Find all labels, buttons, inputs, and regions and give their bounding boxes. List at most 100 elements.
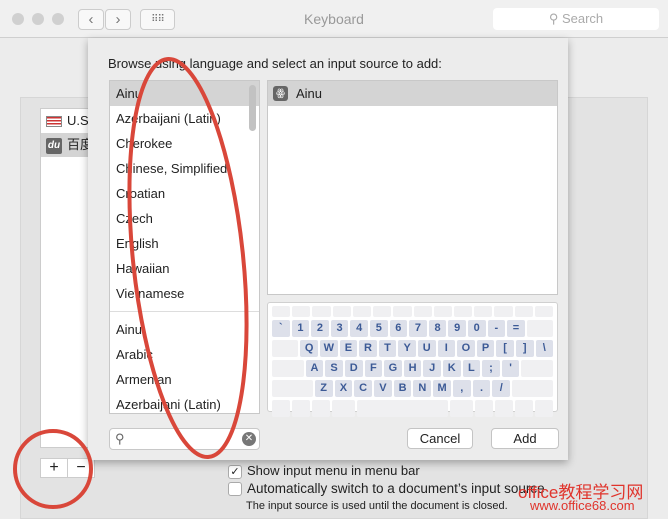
language-item[interactable]: Vietnamese bbox=[110, 281, 259, 306]
key: 2 bbox=[311, 320, 329, 337]
key-blank bbox=[393, 306, 412, 317]
language-item[interactable]: Armenian bbox=[110, 367, 259, 392]
language-item[interactable]: English bbox=[110, 231, 259, 256]
keyboard-row: A S D F G H J K L; ' bbox=[272, 360, 554, 377]
key-blank bbox=[413, 306, 432, 317]
key-blank bbox=[272, 340, 299, 357]
language-list[interactable]: Ainu Azerbaijani (Latin) Cherokee Chines… bbox=[109, 80, 260, 414]
key-blank bbox=[357, 400, 448, 417]
key: = bbox=[507, 320, 525, 337]
key: Y bbox=[398, 340, 416, 357]
auto-switch-option[interactable]: Automatically switch to a document’s inp… bbox=[228, 481, 545, 497]
scrollbar-thumb[interactable] bbox=[249, 85, 256, 131]
language-item[interactable]: Ainu bbox=[110, 81, 259, 106]
key: \ bbox=[535, 340, 554, 357]
search-icon: ⚲ bbox=[548, 11, 562, 26]
add-source-button[interactable]: + bbox=[40, 458, 68, 478]
keyboard-preview: ` 1 2 3 4 5 6 7 8 9 0- = Q W E R T Y U I O P[] \ A S D F G H J K L; ' Z X C… bbox=[267, 302, 558, 417]
key: W bbox=[319, 340, 338, 357]
add-button[interactable]: Add bbox=[491, 428, 559, 449]
watermark-url: www.office68.com bbox=[530, 498, 635, 513]
auto-switch-checkbox[interactable] bbox=[228, 482, 242, 497]
language-item[interactable]: Ainu bbox=[110, 317, 259, 342]
key-blank bbox=[312, 400, 331, 417]
key: F bbox=[364, 360, 383, 377]
key-blank bbox=[453, 306, 473, 317]
key: O bbox=[457, 340, 475, 357]
key-blank bbox=[272, 360, 304, 377]
key: ] bbox=[515, 340, 534, 357]
search-input[interactable]: ⚲ Search bbox=[493, 8, 659, 30]
key: ` bbox=[272, 320, 290, 337]
key: 5 bbox=[369, 320, 388, 337]
input-source-item[interactable]: ꙮ Ainu bbox=[268, 81, 557, 106]
key: 9 bbox=[448, 320, 466, 337]
ainu-script-icon: ꙮ bbox=[273, 86, 288, 101]
toolbar: ‹ › ⠿⠿ Keyboard ⚲ Search bbox=[0, 0, 668, 38]
key: G bbox=[384, 360, 402, 377]
sheet-prompt: Browse using language and select an inpu… bbox=[108, 56, 442, 71]
key: P bbox=[476, 340, 495, 357]
key: M bbox=[433, 380, 451, 397]
show-menu-checkbox[interactable]: ✓ bbox=[228, 464, 242, 479]
key: E bbox=[339, 340, 358, 357]
key-blank bbox=[433, 306, 452, 317]
key-blank bbox=[449, 400, 473, 417]
key: C bbox=[354, 380, 372, 397]
key: 6 bbox=[389, 320, 408, 337]
language-search-field[interactable]: ⚲ ✕ bbox=[109, 428, 260, 450]
key: L bbox=[462, 360, 481, 377]
key: B bbox=[393, 380, 412, 397]
key: A bbox=[305, 360, 324, 377]
key: D bbox=[344, 360, 363, 377]
keyboard-row: Z X C V B N M,. / bbox=[272, 380, 553, 397]
keyboard-row: ` 1 2 3 4 5 6 7 8 9 0- = bbox=[272, 320, 554, 337]
auto-switch-note: The input source is used until the docum… bbox=[246, 500, 508, 512]
key-blank bbox=[352, 306, 372, 317]
key-blank bbox=[373, 306, 392, 317]
input-source-options[interactable]: ꙮ Ainu bbox=[267, 80, 558, 295]
key-blank bbox=[535, 400, 554, 417]
key-blank bbox=[332, 400, 356, 417]
key: 8 bbox=[428, 320, 447, 337]
language-item[interactable]: Azerbaijani (Latin) bbox=[110, 392, 259, 413]
key-blank bbox=[292, 400, 311, 417]
key: 4 bbox=[350, 320, 368, 337]
remove-source-button[interactable]: − bbox=[67, 458, 95, 478]
clear-search-icon[interactable]: ✕ bbox=[242, 432, 256, 446]
key: [ bbox=[496, 340, 514, 357]
key: I bbox=[437, 340, 456, 357]
key: H bbox=[403, 360, 422, 377]
key-blank bbox=[534, 306, 554, 317]
key: - bbox=[487, 320, 506, 337]
key: R bbox=[359, 340, 377, 357]
us-flag-icon bbox=[46, 116, 62, 128]
key-blank bbox=[312, 306, 331, 317]
baidu-du-icon: du bbox=[46, 137, 62, 154]
search-icon: ⚲ bbox=[115, 431, 125, 446]
key: Q bbox=[300, 340, 318, 357]
key: 1 bbox=[291, 320, 310, 337]
language-item[interactable]: Cherokee bbox=[110, 131, 259, 156]
key-blank bbox=[474, 306, 493, 317]
add-input-source-sheet: Browse using language and select an inpu… bbox=[88, 38, 568, 460]
key: 0 bbox=[467, 320, 486, 337]
key: T bbox=[378, 340, 397, 357]
key-blank bbox=[272, 380, 313, 397]
language-item[interactable]: Chinese, Simplified bbox=[110, 156, 259, 181]
keyboard-row: Q W E R T Y U I O P[] \ bbox=[272, 340, 554, 357]
key-blank bbox=[526, 320, 554, 337]
language-item[interactable]: Hawaiian bbox=[110, 256, 259, 281]
key-blank bbox=[512, 380, 553, 397]
language-item[interactable]: Croatian bbox=[110, 181, 259, 206]
cancel-button[interactable]: Cancel bbox=[407, 428, 473, 449]
key: 3 bbox=[330, 320, 349, 337]
key: K bbox=[442, 360, 461, 377]
key: , bbox=[452, 380, 471, 397]
key-blank bbox=[292, 306, 311, 317]
show-menu-option[interactable]: ✓ Show input menu in menu bar bbox=[228, 463, 420, 479]
language-item[interactable]: Azerbaijani (Latin) bbox=[110, 106, 259, 131]
language-item[interactable]: Arabic bbox=[110, 342, 259, 367]
key: N bbox=[413, 380, 432, 397]
language-item[interactable]: Czech bbox=[110, 206, 259, 231]
